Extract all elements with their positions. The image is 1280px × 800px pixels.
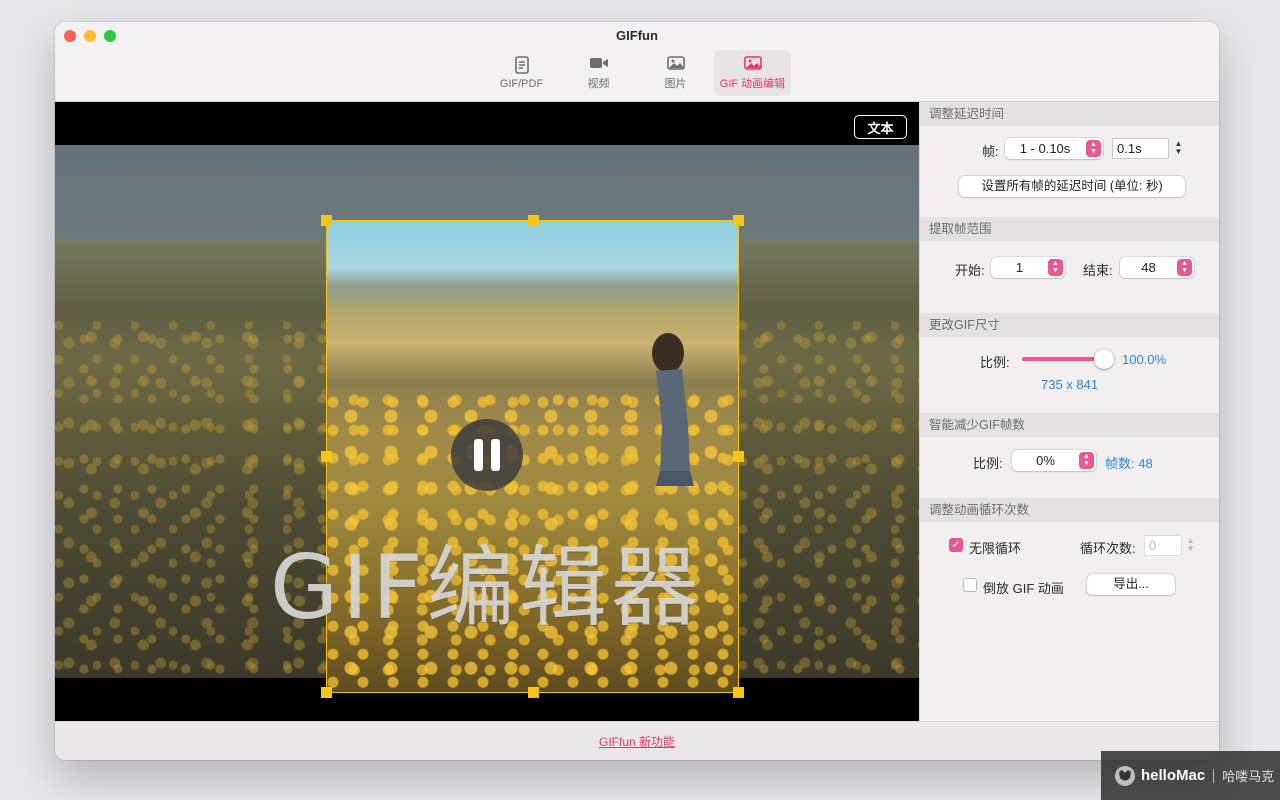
watermark-brand: helloMac [1141,767,1206,784]
frame-label: 帧: [982,144,999,159]
tab-image[interactable]: 图片 [637,50,714,96]
loop-count-label: 循环次数: [1080,541,1136,556]
range-section-header: 提取帧范围 [920,217,1219,241]
gif-dimensions: 735 x 841 [1041,377,1099,392]
ratio-label: 比例: [973,456,1003,471]
scale-label: 比例: [980,355,1010,370]
tab-gif-edit-label: GIF 动画编辑 [719,78,786,90]
start-label: 开始: [955,263,985,278]
add-text-button[interactable]: 文本 [854,115,907,139]
delay-stepper[interactable]: ▲ ▼ [1173,138,1184,158]
video-camera-icon [589,58,608,68]
loop-section-header: 调整动画循环次数 [920,498,1219,522]
scale-percent: 100.0% [1122,352,1167,367]
frame-select[interactable]: 1 - 0.10s ▲ ▼ [1005,138,1103,159]
loop-count-input[interactable]: 0 [1144,535,1182,556]
frame-select-value: 1 - 0.10s [1019,141,1071,156]
ratio-select-value: 0% [1036,453,1055,468]
preview-figure [652,333,694,486]
delay-section-header: 调整延迟时间 [920,102,1219,126]
watermark-cn: 哈喽马克 [1222,769,1275,784]
start-stepper-icon: ▲ ▼ [1048,259,1063,276]
status-bar: GIFfun 新功能 [55,721,1219,760]
start-select[interactable]: 1 ▲ ▼ [991,257,1065,278]
reverse-label: 倒放 GIF 动画 [983,581,1064,596]
window-title: GIFfun [616,28,658,43]
titlebar: GIFfun GIF/PDF 视频 图片 GIF 动画编辑 [55,22,1219,102]
tab-gif-edit[interactable]: GIF 动画编辑 [714,50,791,96]
end-stepper-icon: ▲ ▼ [1177,259,1192,276]
app-window: GIFfun GIF/PDF 视频 图片 GIF 动画编辑 文本 GIF编辑器 … [55,22,1219,760]
pause-icon [474,439,483,471]
tab-gif-pdf[interactable]: GIF/PDF [483,50,560,96]
export-button[interactable]: 导出... [1087,574,1175,595]
reduce-section-header: 智能减少GIF帧数 [920,413,1219,437]
overlay-text[interactable]: GIF编辑器 [270,517,703,644]
ratio-select[interactable]: 0% ▲ ▼ [1012,450,1096,471]
crop-handle-bottom-right[interactable] [733,687,744,698]
image-icon [666,56,685,70]
document-icon [514,56,529,74]
reverse-checkbox[interactable] [963,578,977,592]
hellomac-logo-icon [1115,765,1135,786]
crop-handle-left[interactable] [321,451,332,462]
delay-input[interactable]: 0.1s [1112,138,1169,159]
gif-preview-image: GIF编辑器 [55,145,919,698]
crop-handle-top-right[interactable] [733,215,744,226]
pause-button[interactable] [451,419,523,491]
crop-handle-bottom[interactable] [528,687,539,698]
size-section-header: 更改GIF尺寸 [920,313,1219,337]
start-select-value: 1 [1015,260,1024,275]
tab-video[interactable]: 视频 [560,50,637,96]
tab-video-label: 视频 [587,78,610,90]
watermark: helloMac 哈喽马克 [1101,751,1280,800]
tab-gif-pdf-label: GIF/PDF [499,78,544,90]
frame-stepper-icon: ▲ ▼ [1086,140,1101,157]
crop-handle-top[interactable] [528,215,539,226]
crop-handle-right[interactable] [733,451,744,462]
set-all-delay-button[interactable]: 设置所有帧的延迟时间 (单位: 秒) [959,176,1185,197]
whats-new-link[interactable]: GIFfun 新功能 [599,735,675,749]
end-label: 结束: [1083,263,1113,278]
image-edit-icon [743,56,762,70]
frame-count: 帧数: 48 [1105,456,1153,471]
crop-handle-top-left[interactable] [321,215,332,226]
infinite-loop-checkbox[interactable]: ✓ [949,538,963,552]
end-select[interactable]: 48 ▲ ▼ [1120,257,1194,278]
infinite-loop-label: 无限循环 [969,541,1022,556]
scale-slider-knob[interactable] [1094,349,1114,369]
loop-count-stepper[interactable]: ▲ ▼ [1185,535,1196,555]
settings-panel: 调整延迟时间 帧: 1 - 0.10s ▲ ▼ 0.1s ▲ ▼ 设置所有帧的延迟时… [919,102,1219,721]
crop-handle-bottom-left[interactable] [321,687,332,698]
ratio-stepper-icon: ▲ ▼ [1079,452,1094,469]
end-select-value: 48 [1141,260,1156,275]
preview-canvas[interactable]: 文本 GIF编辑器 [55,102,919,721]
main-toolbar: GIF/PDF 视频 图片 GIF 动画编辑 [55,50,1219,96]
tab-image-label: 图片 [664,78,687,90]
